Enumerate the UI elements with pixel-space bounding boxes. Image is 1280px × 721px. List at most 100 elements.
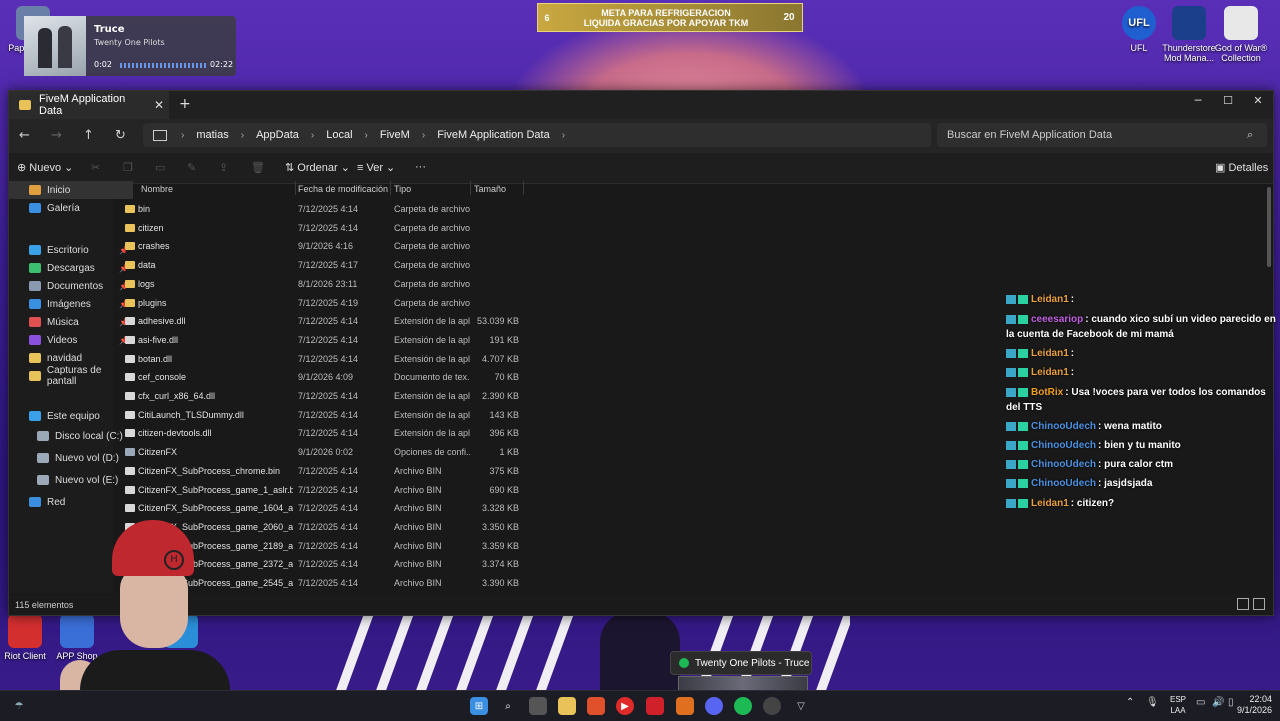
battery-icon[interactable]: ▯ xyxy=(1228,697,1234,708)
back-button[interactable]: ← xyxy=(19,128,30,143)
file-row[interactable]: asi-five.dll 7/12/2025 4:14 Extensión de l… xyxy=(119,332,529,350)
track-title: Truce xyxy=(94,24,125,35)
details-button[interactable]: ▣ Detalles xyxy=(1215,161,1268,174)
column-header-name[interactable]: Nombre xyxy=(141,184,173,194)
desktop-icon-god-of-war[interactable]: God of War® Collection xyxy=(1208,6,1274,63)
app-icon[interactable] xyxy=(763,697,781,715)
breadcrumb-fivem-application-data[interactable]: FiveM Application Data xyxy=(437,129,550,141)
search-input[interactable]: Buscar en FiveM Application Data ⌕ xyxy=(937,123,1267,147)
volume-icon[interactable]: 🔊 xyxy=(1212,697,1224,708)
share-icon[interactable]: ⇪ xyxy=(219,161,228,174)
weather-icon[interactable]: ☂ xyxy=(10,697,28,715)
youtube-icon[interactable]: ▶ xyxy=(616,697,634,715)
close-window-button[interactable]: ✕ xyxy=(1243,91,1273,112)
start-button[interactable]: ⊞ xyxy=(470,697,488,715)
file-date: 9/1/2026 4:16 xyxy=(298,241,354,252)
sidebar-item[interactable]: Documentos📌 xyxy=(9,277,133,295)
file-date: 7/12/2025 4:14 xyxy=(298,204,359,214)
sidebar-item[interactable]: Capturas de pantall xyxy=(9,365,133,387)
column-divider[interactable] xyxy=(295,181,296,195)
breadcrumb-fivem[interactable]: FiveM xyxy=(380,129,410,141)
brave-browser-icon[interactable] xyxy=(587,697,605,715)
column-divider[interactable] xyxy=(390,181,391,195)
file-row[interactable]: CitizenFX 9/1/2026 0:02 Opciones de confi.… xyxy=(119,444,529,462)
file-row[interactable]: logs 8/1/2026 23:11 Carpeta de archivos xyxy=(119,276,529,294)
app-icon[interactable]: ▽ xyxy=(792,697,810,715)
discord-icon[interactable] xyxy=(705,697,723,715)
minimize-button[interactable]: ─ xyxy=(1183,91,1213,112)
column-header-date[interactable]: Fecha de modificación xyxy=(298,184,388,194)
up-button[interactable]: ↑ xyxy=(83,128,94,143)
file-row[interactable]: bin 7/12/2025 4:14 Carpeta de archivos xyxy=(119,201,529,219)
column-header-type[interactable]: Tipo xyxy=(394,184,411,194)
sidebar-item[interactable]: Videos📌 xyxy=(9,331,133,349)
app-icon[interactable] xyxy=(646,697,664,715)
delete-icon[interactable]: 🗑 xyxy=(251,161,265,174)
system-clock[interactable]: 22:04 9/1/2026 xyxy=(1237,694,1272,716)
file-row[interactable]: cfx_curl_x86_64.dll 7/12/2025 4:14 Extensi… xyxy=(119,388,529,406)
vertical-scrollbar[interactable] xyxy=(1267,187,1271,267)
file-row[interactable]: citizen 7/12/2025 4:14 Carpeta de archivos xyxy=(119,220,529,238)
app-icon[interactable] xyxy=(676,697,694,715)
column-header-size[interactable]: Tamaño xyxy=(474,184,506,194)
sidebar-item-label: Nuevo vol (E:) xyxy=(55,474,119,486)
file-row[interactable]: botan.dll 7/12/2025 4:14 Extensión de la a… xyxy=(119,351,529,369)
new-tab-button[interactable]: + xyxy=(179,96,191,112)
file-name: crashes xyxy=(138,241,170,252)
task-view-icon[interactable] xyxy=(529,697,547,715)
chat-message: BotRix: Usa !voces para ver todos los co… xyxy=(1006,385,1276,415)
file-row[interactable]: CitizenFX_SubProcess_game_1_aslr.bin 7/12… xyxy=(119,482,529,500)
large-icons-view-icon[interactable] xyxy=(1253,598,1265,610)
paste-icon[interactable]: ▭ xyxy=(155,161,165,174)
spotify-taskbar-icon[interactable] xyxy=(734,697,752,715)
file-row[interactable]: citizen-devtools.dll 7/12/2025 4:14 Extens… xyxy=(119,425,529,443)
forward-button[interactable]: → xyxy=(51,128,62,143)
details-view-icon[interactable] xyxy=(1237,598,1249,610)
file-row[interactable]: CitizenFX_SubProcess_game_1604_aslr.bin 7… xyxy=(119,500,529,518)
sort-button[interactable]: ⇅ Ordenar ⌄ xyxy=(285,161,350,174)
breadcrumb-appdata[interactable]: AppData xyxy=(256,129,299,141)
more-options-button[interactable]: ··· xyxy=(415,161,426,173)
rename-icon[interactable]: ✎ xyxy=(187,161,196,174)
chat-badge-icon xyxy=(1006,387,1028,397)
cut-icon[interactable]: ✂ xyxy=(91,161,100,174)
language-indicator[interactable]: ESP LAA xyxy=(1170,694,1186,716)
new-button[interactable]: ⊕ Nuevo ⌄ xyxy=(17,161,73,174)
sidebar-item[interactable]: Red xyxy=(9,493,133,511)
clock-time: 22:04 xyxy=(1249,694,1272,704)
sidebar-item[interactable]: Imágenes📌 xyxy=(9,295,133,313)
breadcrumb-matias[interactable]: matias xyxy=(196,129,228,141)
sidebar-item-label: Imágenes xyxy=(47,298,91,310)
breadcrumb-local[interactable]: Local xyxy=(326,129,352,141)
file-row[interactable]: plugins 7/12/2025 4:19 Carpeta de archivos xyxy=(119,295,529,313)
file-row[interactable]: data 7/12/2025 4:17 Carpeta de archivos xyxy=(119,257,529,275)
column-divider[interactable] xyxy=(470,181,471,195)
sidebar-item[interactable]: Música📌 xyxy=(9,313,133,331)
file-row[interactable]: CitizenFX_SubProcess_chrome.bin 7/12/2025… xyxy=(119,463,529,481)
file-date: 7/12/2025 4:14 xyxy=(298,391,359,401)
close-tab-icon[interactable]: ✕ xyxy=(149,98,169,112)
sidebar-item[interactable]: Descargas📌 xyxy=(9,259,133,277)
file-row[interactable]: adhesive.dll 7/12/2025 4:14 Extensión de l… xyxy=(119,313,529,331)
file-row[interactable]: crashes 9/1/2026 4:16 Carpeta de archivos xyxy=(119,238,529,256)
image-icon xyxy=(29,299,41,309)
sidebar-item[interactable]: Inicio xyxy=(9,181,133,199)
file-explorer-taskbar-icon[interactable] xyxy=(558,697,576,715)
file-row[interactable]: cef_console 9/1/2026 4:09 Documento de tex… xyxy=(119,369,529,387)
sidebar-item[interactable]: Escritorio 📌 xyxy=(9,241,133,259)
refresh-button[interactable]: ↻ xyxy=(115,128,126,143)
sidebar-item[interactable]: Este equipo xyxy=(9,407,133,425)
view-button[interactable]: ≡ Ver ⌄ xyxy=(357,161,395,174)
search-taskbar-icon[interactable]: ⌕ xyxy=(499,697,517,715)
address-bar[interactable]: › matias › AppData › Local › FiveM › Fiv… xyxy=(143,123,931,147)
file-row[interactable]: CitiLaunch_TLSDummy.dll 7/12/2025 4:14 Ext… xyxy=(119,407,529,425)
explorer-tab[interactable]: FiveM Application Data ✕ xyxy=(9,91,169,119)
maximize-button[interactable]: ☐ xyxy=(1213,91,1243,112)
show-hidden-icons-button[interactable]: ⌃ xyxy=(1126,697,1134,708)
network-icon[interactable]: ▭ xyxy=(1196,697,1205,708)
copy-icon[interactable]: ❐ xyxy=(123,161,133,174)
sidebar-item[interactable]: Galería xyxy=(9,199,133,217)
microphone-icon[interactable]: 🎙 xyxy=(1146,697,1159,708)
column-divider[interactable] xyxy=(523,181,524,195)
file-icon xyxy=(125,317,135,326)
